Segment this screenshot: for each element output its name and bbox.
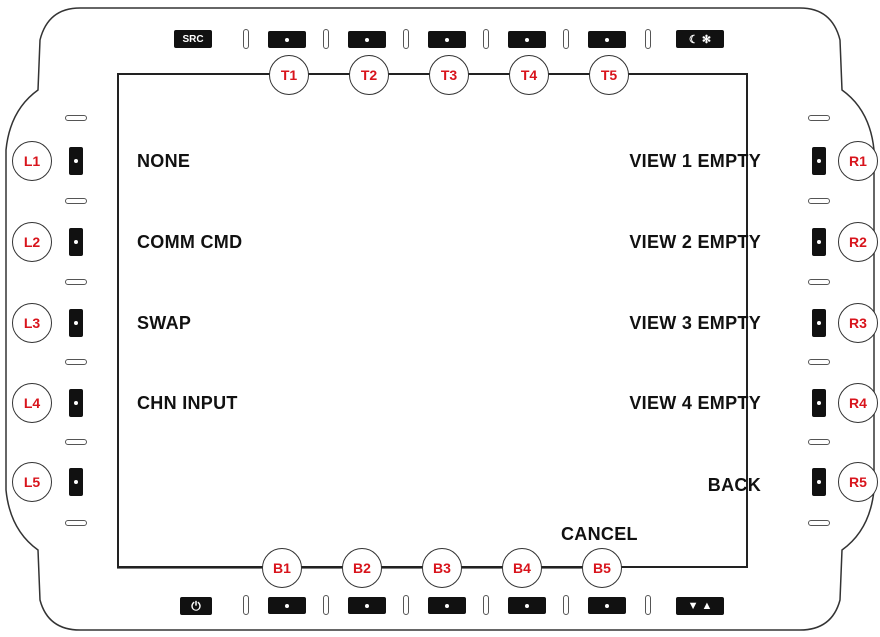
right-slot: [808, 359, 830, 365]
softkey-r3-button[interactable]: [812, 309, 826, 337]
menu-item-r1[interactable]: VIEW 1 EMPTY: [629, 151, 761, 172]
softkey-b1-button[interactable]: [268, 597, 306, 614]
softkey-l5-label: L5: [12, 462, 52, 502]
softkey-b4-button[interactable]: [508, 597, 546, 614]
src-button[interactable]: SRC: [174, 30, 212, 48]
top-slot: [483, 29, 489, 49]
softkey-r2-button[interactable]: [812, 228, 826, 256]
softkey-l2-label: L2: [12, 222, 52, 262]
bottom-slot: [645, 595, 651, 615]
softkey-t1-label: T1: [269, 55, 309, 95]
menu-item-r4[interactable]: VIEW 4 EMPTY: [629, 393, 761, 414]
bottom-slot: [403, 595, 409, 615]
right-slot: [808, 439, 830, 445]
softkey-b5-label: B5: [582, 548, 622, 588]
softkey-t4-label: T4: [509, 55, 549, 95]
softkey-l3-button[interactable]: [69, 309, 83, 337]
softkey-t3-label: T3: [429, 55, 469, 95]
softkey-b3-button[interactable]: [428, 597, 466, 614]
brightness-button[interactable]: ☾ ✻: [676, 30, 724, 48]
menu-item-l2[interactable]: COMM CMD: [137, 232, 242, 253]
softkey-r2-label: R2: [838, 222, 878, 262]
top-slot: [323, 29, 329, 49]
bottom-slot: [563, 595, 569, 615]
top-slot: [645, 29, 651, 49]
softkey-l1-button[interactable]: [69, 147, 83, 175]
bottom-slot: [243, 595, 249, 615]
softkey-b5-button[interactable]: [588, 597, 626, 614]
softkey-l5-button[interactable]: [69, 468, 83, 496]
top-slot: [243, 29, 249, 49]
menu-item-r5[interactable]: BACK: [708, 475, 761, 496]
brightness-arrows-button[interactable]: ▼ ▲: [676, 597, 724, 615]
softkey-l2-button[interactable]: [69, 228, 83, 256]
softkey-l1-label: L1: [12, 141, 52, 181]
left-slot: [65, 520, 87, 526]
softkey-t5-label: T5: [589, 55, 629, 95]
softkey-r3-label: R3: [838, 303, 878, 343]
menu-item-l1[interactable]: NONE: [137, 151, 190, 172]
softkey-b3-label: B3: [422, 548, 462, 588]
bottom-slot: [323, 595, 329, 615]
top-slot: [403, 29, 409, 49]
softkey-r4-label: R4: [838, 383, 878, 423]
left-slot: [65, 439, 87, 445]
softkey-r1-label: R1: [838, 141, 878, 181]
softkey-t1-button[interactable]: [268, 31, 306, 48]
menu-item-b5[interactable]: CANCEL: [561, 524, 638, 545]
softkey-b2-button[interactable]: [348, 597, 386, 614]
softkey-l3-label: L3: [12, 303, 52, 343]
softkey-l4-button[interactable]: [69, 389, 83, 417]
right-slot: [808, 520, 830, 526]
left-slot: [65, 198, 87, 204]
menu-item-r3[interactable]: VIEW 3 EMPTY: [629, 313, 761, 334]
left-slot: [65, 115, 87, 121]
top-slot: [563, 29, 569, 49]
softkey-t5-button[interactable]: [588, 31, 626, 48]
menu-item-r2[interactable]: VIEW 2 EMPTY: [629, 232, 761, 253]
softkey-b4-label: B4: [502, 548, 542, 588]
bottom-slot: [483, 595, 489, 615]
right-slot: [808, 198, 830, 204]
menu-item-l3[interactable]: SWAP: [137, 313, 191, 334]
softkey-t4-button[interactable]: [508, 31, 546, 48]
softkey-b2-label: B2: [342, 548, 382, 588]
softkey-r5-button[interactable]: [812, 468, 826, 496]
power-button[interactable]: ⏻: [180, 597, 212, 615]
softkey-r4-button[interactable]: [812, 389, 826, 417]
left-slot: [65, 279, 87, 285]
softkey-b1-label: B1: [262, 548, 302, 588]
right-slot: [808, 115, 830, 121]
softkey-r5-label: R5: [838, 462, 878, 502]
softkey-t3-button[interactable]: [428, 31, 466, 48]
softkey-t2-button[interactable]: [348, 31, 386, 48]
softkey-l4-label: L4: [12, 383, 52, 423]
left-slot: [65, 359, 87, 365]
menu-item-l4[interactable]: CHN INPUT: [137, 393, 238, 414]
softkey-r1-button[interactable]: [812, 147, 826, 175]
softkey-t2-label: T2: [349, 55, 389, 95]
right-slot: [808, 279, 830, 285]
